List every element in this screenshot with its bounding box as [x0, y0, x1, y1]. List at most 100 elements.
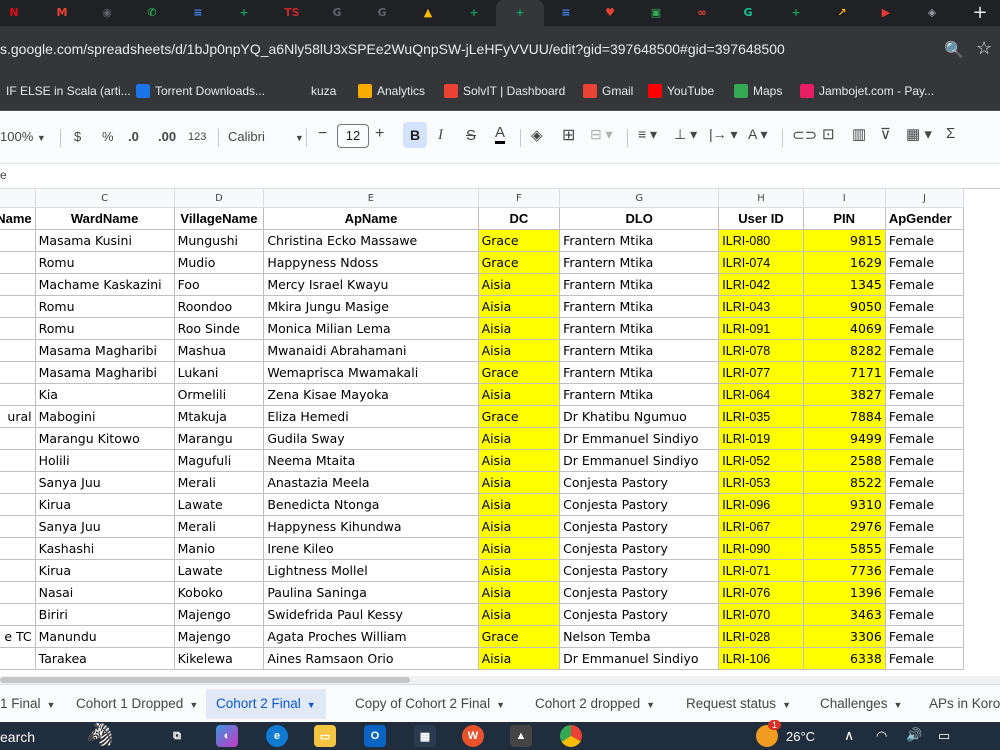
- table-cell[interactable]: Female: [884, 581, 965, 604]
- chevron-down-icon[interactable]: ▼: [646, 700, 655, 710]
- table-cell[interactable]: [0, 383, 36, 406]
- grammarly-icon[interactable]: G: [738, 2, 758, 22]
- table-cell[interactable]: 4069: [802, 317, 886, 340]
- column-header-cell[interactable]: I: [802, 188, 886, 208]
- table-cell[interactable]: Mabogini: [34, 405, 175, 428]
- table-cell[interactable]: 7884: [802, 405, 886, 428]
- table-cell[interactable]: Female: [884, 251, 965, 274]
- horizontal-scrollbar[interactable]: [0, 676, 1000, 684]
- table-cell[interactable]: Foo: [173, 273, 265, 296]
- header-cell[interactable]: DC: [477, 207, 561, 230]
- table-cell[interactable]: Female: [884, 603, 965, 626]
- table-cell[interactable]: Manio: [173, 537, 265, 560]
- table-cell[interactable]: ILRI-076: [718, 581, 804, 604]
- table-cell[interactable]: Aisia: [477, 317, 561, 340]
- bookmark-item[interactable]: IF ELSE in Scala (arti...: [6, 84, 131, 98]
- analytics-icon[interactable]: ↗: [832, 2, 852, 22]
- more-formats-button[interactable]: 123: [188, 131, 206, 143]
- table-cell[interactable]: Aisia: [477, 559, 561, 582]
- table-cell[interactable]: [0, 647, 36, 670]
- table-cell[interactable]: 8522: [802, 471, 886, 494]
- table-cell[interactable]: Dr Emmanuel Sindiyo: [559, 427, 720, 450]
- gmail-icon[interactable]: M: [52, 2, 72, 22]
- table-cell[interactable]: Romu: [34, 317, 175, 340]
- sheets-icon-active[interactable]: +: [510, 2, 530, 22]
- chevron-down-icon[interactable]: ▼: [189, 700, 198, 710]
- scrollbar-thumb[interactable]: [0, 677, 410, 683]
- bookmark-item[interactable]: SolvIT | Dashboard: [444, 84, 565, 98]
- table-cell[interactable]: Frantern Mtika: [559, 383, 720, 406]
- table-cell[interactable]: Female: [884, 647, 965, 670]
- table-cell[interactable]: 9050: [802, 295, 886, 318]
- table-cell[interactable]: [0, 603, 36, 626]
- table-cell[interactable]: Swidefrida Paul Kessy: [263, 603, 479, 626]
- table-cell[interactable]: Frantern Mtika: [559, 273, 720, 296]
- table-cell[interactable]: Happyness Ndoss: [263, 251, 479, 274]
- chevron-down-icon[interactable]: ▼: [47, 700, 56, 710]
- table-cell[interactable]: Frantern Mtika: [559, 317, 720, 340]
- bookmark-item[interactable]: YouTube: [648, 84, 714, 98]
- column-header-cell[interactable]: G: [559, 188, 720, 208]
- table-cell[interactable]: Nelson Temba: [559, 625, 720, 648]
- new-tab-button[interactable]: +: [970, 2, 990, 23]
- header-cell[interactable]: User ID: [718, 207, 804, 230]
- table-cell[interactable]: Roondoo: [173, 295, 265, 318]
- table-cell[interactable]: Female: [884, 361, 965, 384]
- table-cell[interactable]: Female: [884, 273, 965, 296]
- table-cell[interactable]: Dr Emmanuel Sindiyo: [559, 449, 720, 472]
- column-header-cell[interactable]: H: [718, 188, 804, 208]
- table-cell[interactable]: Merali: [173, 471, 265, 494]
- table-cell[interactable]: Female: [884, 339, 965, 362]
- formula-bar[interactable]: e: [0, 163, 1000, 189]
- header-cell[interactable]: ApGender: [884, 207, 965, 230]
- table-cell[interactable]: Frantern Mtika: [559, 251, 720, 274]
- table-cell[interactable]: Merali: [173, 515, 265, 538]
- insert-chart-icon[interactable]: ▥: [852, 125, 866, 143]
- table-cell[interactable]: 3827: [802, 383, 886, 406]
- table-cell[interactable]: [0, 229, 36, 252]
- table-cell[interactable]: Mudio: [173, 251, 265, 274]
- table-cell[interactable]: Female: [884, 449, 965, 472]
- table-cell[interactable]: [0, 295, 36, 318]
- edge-icon[interactable]: e: [266, 725, 288, 747]
- table-cell[interactable]: 5855: [802, 537, 886, 560]
- link-icon[interactable]: ∞: [692, 2, 712, 22]
- table-cell[interactable]: Aisia: [477, 537, 561, 560]
- table-cell[interactable]: ILRI-077: [718, 361, 804, 384]
- sheet-tab[interactable]: Request status ▼: [686, 696, 791, 711]
- store-icon[interactable]: ▦: [414, 725, 436, 747]
- table-cell[interactable]: Anastazia Meela: [263, 471, 479, 494]
- table-cell[interactable]: Female: [884, 383, 965, 406]
- table-cell[interactable]: Conjesta Pastory: [559, 493, 720, 516]
- table-cell[interactable]: ILRI-028: [718, 625, 804, 648]
- column-header-cell[interactable]: D: [173, 188, 265, 208]
- table-cell[interactable]: ILRI-067: [718, 515, 804, 538]
- sheets-icon-2[interactable]: +: [464, 2, 484, 22]
- address-bar[interactable]: s.google.com/spreadsheets/d/1bJp0npYQ_a6…: [0, 26, 1000, 74]
- table-cell[interactable]: ILRI-043: [718, 295, 804, 318]
- table-cell[interactable]: 9499: [802, 427, 886, 450]
- table-cell[interactable]: Kashashi: [34, 537, 175, 560]
- text-color-button[interactable]: A: [495, 125, 506, 144]
- table-cell[interactable]: Aisia: [477, 339, 561, 362]
- table-cell[interactable]: Majengo: [173, 603, 265, 626]
- table-cell[interactable]: 9815: [802, 229, 886, 252]
- bookmark-item[interactable]: Analytics: [358, 84, 425, 98]
- sheets-icon-3[interactable]: +: [786, 2, 806, 22]
- table-cell[interactable]: Kia: [34, 383, 175, 406]
- table-cell[interactable]: Female: [884, 295, 965, 318]
- table-cell[interactable]: Koboko: [173, 581, 265, 604]
- table-cell[interactable]: Aines Ramsaon Orio: [263, 647, 479, 670]
- font-select[interactable]: Calibri ▼: [228, 129, 304, 144]
- table-cell[interactable]: Aisia: [477, 515, 561, 538]
- table-cell[interactable]: ILRI-106: [718, 647, 804, 670]
- table-cell[interactable]: 2976: [802, 515, 886, 538]
- ts-icon[interactable]: TS: [282, 2, 302, 22]
- table-cell[interactable]: ILRI-091: [718, 317, 804, 340]
- table-cell[interactable]: Aisia: [477, 647, 561, 670]
- table-cell[interactable]: Conjesta Pastory: [559, 515, 720, 538]
- table-cell[interactable]: 3306: [802, 625, 886, 648]
- docs-icon-2[interactable]: ≡: [556, 2, 576, 22]
- table-cell[interactable]: Benedicta Ntonga: [263, 493, 479, 516]
- bookmark-item[interactable]: kuza: [292, 84, 336, 98]
